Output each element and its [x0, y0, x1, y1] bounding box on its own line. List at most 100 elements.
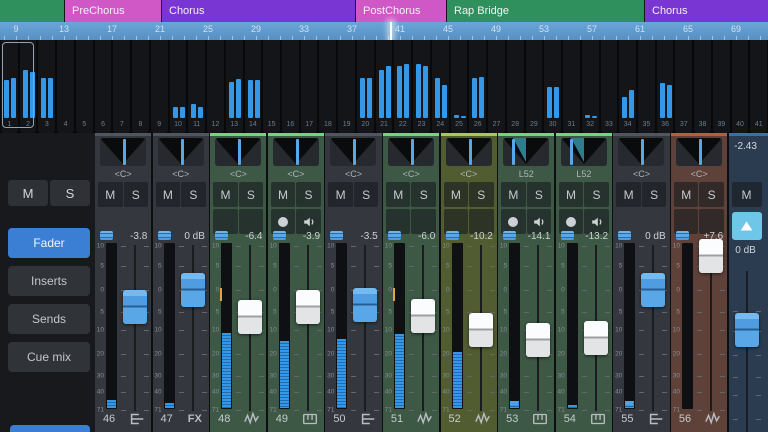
mute-button[interactable]: M	[386, 182, 411, 207]
overview-channel[interactable]: 25	[451, 40, 468, 133]
fader-handle[interactable]	[353, 288, 377, 322]
marker-segment[interactable]: Rap Bridge	[447, 0, 644, 22]
pan-control[interactable]	[215, 138, 261, 166]
overview-channel[interactable]: 35	[638, 40, 655, 133]
sidebar-button-inserts[interactable]: Inserts	[8, 266, 90, 296]
fader-track[interactable]	[580, 231, 612, 405]
fader-track[interactable]	[234, 231, 266, 405]
pan-control[interactable]	[503, 138, 549, 166]
global-mute-button[interactable]: M	[8, 180, 48, 206]
fader-track[interactable]	[119, 231, 151, 405]
timeline-ruler[interactable]: 9131721252933374145495357616569	[0, 22, 768, 40]
mute-button[interactable]: M	[156, 182, 181, 207]
fader-handle[interactable]	[526, 323, 550, 357]
fader-track[interactable]	[407, 231, 439, 405]
solo-button[interactable]: S	[239, 182, 264, 207]
solo-button[interactable]: S	[527, 182, 552, 207]
pan-control[interactable]	[100, 138, 146, 166]
overview-channel[interactable]: 32	[582, 40, 599, 133]
sidebar-button-fader[interactable]: Fader	[8, 228, 90, 258]
pan-control[interactable]	[561, 138, 607, 166]
main-fader-handle[interactable]	[735, 313, 759, 347]
fader-track[interactable]	[465, 231, 497, 405]
fader-track[interactable]	[292, 231, 324, 405]
solo-button[interactable]: S	[296, 182, 321, 207]
marker-segment[interactable]	[0, 0, 64, 22]
sidebar-bottom-tab[interactable]	[10, 425, 90, 432]
mute-button[interactable]: M	[213, 182, 238, 207]
solo-button[interactable]: S	[181, 182, 206, 207]
overview-channel[interactable]: 30	[544, 40, 561, 133]
overview-channel[interactable]: 13	[226, 40, 243, 133]
fader-handle[interactable]	[411, 299, 435, 333]
mute-button[interactable]: M	[444, 182, 469, 207]
overview-channel[interactable]: 6	[95, 40, 112, 133]
overview-channel[interactable]: 4	[57, 40, 74, 133]
overview-channel[interactable]: 40	[732, 40, 749, 133]
pan-control[interactable]	[330, 138, 376, 166]
overview-channel[interactable]: 3	[38, 40, 55, 133]
overview-channel[interactable]: 26	[469, 40, 486, 133]
fader-track[interactable]	[695, 231, 727, 405]
viewport-indicator[interactable]	[2, 42, 34, 128]
mute-button[interactable]: M	[98, 182, 123, 207]
fader-handle[interactable]	[699, 239, 723, 273]
fader-handle[interactable]	[469, 313, 493, 347]
fader-handle[interactable]	[181, 273, 205, 307]
overview-channel[interactable]: 5	[76, 40, 93, 133]
fader-handle[interactable]	[123, 290, 147, 324]
overview-channel[interactable]: 27	[488, 40, 505, 133]
fader-track[interactable]	[349, 231, 381, 405]
overview-channel[interactable]: 24	[432, 40, 449, 133]
overview-channel[interactable]: 36	[657, 40, 674, 133]
pan-control[interactable]	[388, 138, 434, 166]
playhead[interactable]	[390, 22, 392, 40]
pan-control[interactable]	[618, 138, 664, 166]
overview-channel[interactable]: 14	[245, 40, 262, 133]
mute-button[interactable]: M	[501, 182, 526, 207]
marker-segment[interactable]: Chorus	[162, 0, 355, 22]
overview-channel[interactable]: 23	[413, 40, 430, 133]
overview-channel[interactable]: 8	[132, 40, 149, 133]
solo-button[interactable]: S	[411, 182, 436, 207]
pan-control[interactable]	[676, 138, 722, 166]
mute-button[interactable]: M	[328, 182, 353, 207]
solo-button[interactable]: S	[699, 182, 724, 207]
overview-channel[interactable]: 12	[207, 40, 224, 133]
fader-handle[interactable]	[584, 321, 608, 355]
fader-track[interactable]	[522, 231, 554, 405]
overview-channel[interactable]: 38	[694, 40, 711, 133]
solo-button[interactable]: S	[469, 182, 494, 207]
main-mute-button[interactable]: M	[732, 182, 762, 207]
mute-button[interactable]: M	[674, 182, 699, 207]
marker-segment[interactable]: Chorus	[645, 0, 768, 22]
overview-channel[interactable]: 33	[601, 40, 618, 133]
pan-control[interactable]	[158, 138, 204, 166]
pan-control[interactable]	[446, 138, 492, 166]
overview-channel[interactable]: 18	[319, 40, 336, 133]
global-solo-button[interactable]: S	[50, 180, 90, 206]
channel-overview[interactable]: 1234567891011121314151617181920212223242…	[0, 40, 768, 133]
overview-channel[interactable]: 15	[263, 40, 280, 133]
overview-channel[interactable]: 17	[301, 40, 318, 133]
solo-button[interactable]: S	[124, 182, 149, 207]
mute-button[interactable]: M	[271, 182, 296, 207]
sidebar-button-cuemix[interactable]: Cue mix	[8, 342, 90, 372]
overview-channel[interactable]: 31	[563, 40, 580, 133]
overview-channel[interactable]: 37	[675, 40, 692, 133]
overview-channel[interactable]: 7	[113, 40, 130, 133]
overview-channel[interactable]: 11	[188, 40, 205, 133]
solo-button[interactable]: S	[354, 182, 379, 207]
solo-button[interactable]: S	[642, 182, 667, 207]
mute-button[interactable]: M	[616, 182, 641, 207]
overview-channel[interactable]: 34	[619, 40, 636, 133]
overview-channel[interactable]: 16	[282, 40, 299, 133]
mute-button[interactable]: M	[559, 182, 584, 207]
fader-handle[interactable]	[238, 300, 262, 334]
pan-control[interactable]	[273, 138, 319, 166]
overview-channel[interactable]: 21	[376, 40, 393, 133]
overview-channel[interactable]: 39	[713, 40, 730, 133]
overview-channel[interactable]: 41	[750, 40, 767, 133]
overview-channel[interactable]: 28	[507, 40, 524, 133]
fader-track[interactable]	[637, 231, 669, 405]
